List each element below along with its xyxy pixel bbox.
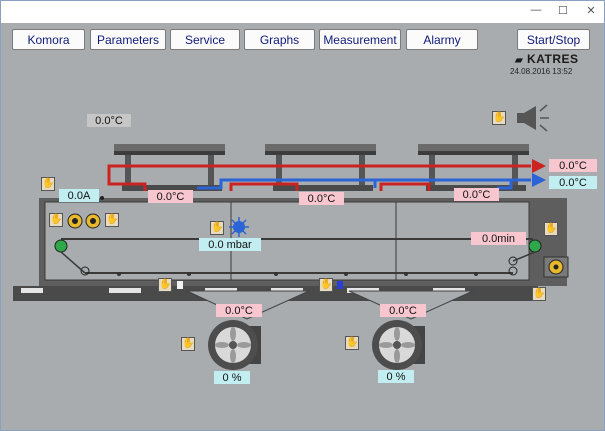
manual-hand-icon[interactable]: ✋ xyxy=(492,111,506,125)
manual-hand-icon[interactable]: ✋ xyxy=(105,213,119,227)
manual-hand-icon[interactable]: ✋ xyxy=(532,287,546,301)
manual-hand-icon[interactable]: ✋ xyxy=(49,213,63,227)
speaker-icon[interactable] xyxy=(517,104,549,132)
manual-hand-icon[interactable]: ✋ xyxy=(181,337,195,351)
ambient-temperature: 0.0°C xyxy=(87,114,131,127)
heater-3-temperature: 0.0°C xyxy=(454,188,499,201)
manual-hand-icon[interactable]: ✋ xyxy=(158,278,172,292)
drive-roller-left xyxy=(54,239,68,253)
drive-roller-right xyxy=(528,239,542,253)
pressure-pump-icon xyxy=(229,217,249,237)
supply-temperature: 0.0°C xyxy=(549,159,597,172)
fan-current: 0.0A xyxy=(59,189,99,202)
blower-1-percent: 0 % xyxy=(214,371,250,384)
time-readout: 0.0min xyxy=(471,232,526,245)
blower-2-fan-icon xyxy=(372,320,425,370)
manual-hand-icon[interactable]: ✋ xyxy=(345,336,359,350)
heater-2-temperature: 0.0°C xyxy=(299,192,344,205)
manual-hand-icon[interactable]: ✋ xyxy=(210,221,224,235)
hot-flow-arrow-icon xyxy=(532,159,546,173)
blower-1-fan-icon xyxy=(208,320,261,370)
process-diagram xyxy=(13,104,569,370)
application-window: — ☐ ✕ Komora Parameters Service Graphs M… xyxy=(0,0,605,431)
cold-flow-arrow-icon xyxy=(532,173,546,187)
blower-2-temperature: 0.0°C xyxy=(380,304,426,317)
manual-hand-icon[interactable]: ✋ xyxy=(41,177,55,191)
return-temperature: 0.0°C xyxy=(549,176,597,189)
manual-hand-icon[interactable]: ✋ xyxy=(319,278,333,292)
manual-hand-icon[interactable]: ✋ xyxy=(544,222,558,236)
blower-1-temperature: 0.0°C xyxy=(216,304,262,317)
heater-1-temperature: 0.0°C xyxy=(148,190,193,203)
pressure-readout: 0.0 mbar xyxy=(199,238,261,251)
side-motor xyxy=(543,256,569,278)
blower-2-percent: 0 % xyxy=(378,370,414,383)
